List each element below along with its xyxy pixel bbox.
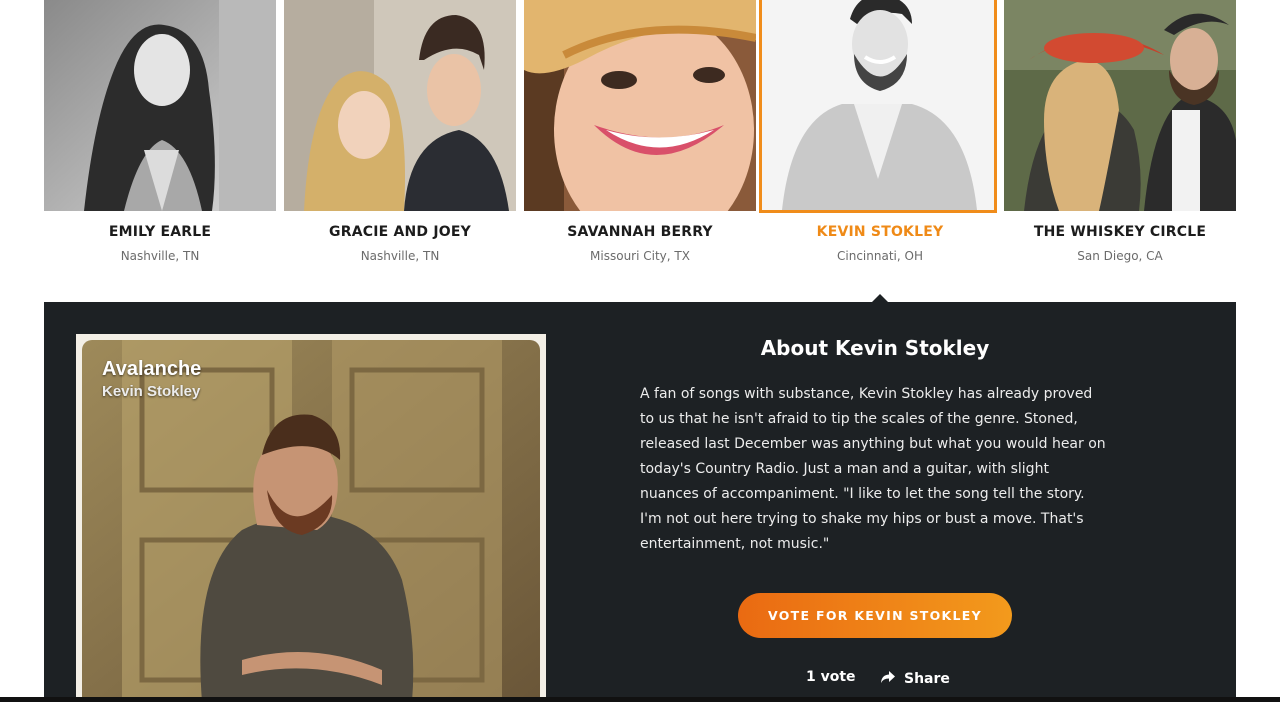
artist-card-savannah-berry[interactable]: SAVANNAH BERRY Missouri City, TX bbox=[524, 0, 756, 290]
artist-photo[interactable] bbox=[284, 0, 516, 211]
artist-location: Missouri City, TX bbox=[590, 249, 690, 263]
artist-grid: EMILY EARLE Nashville, TN GRACIE AND JOE… bbox=[44, 0, 1236, 290]
artist-photo[interactable] bbox=[759, 0, 997, 213]
window-bottom-edge bbox=[0, 697, 1280, 702]
share-arrow-icon bbox=[880, 669, 896, 688]
selection-pointer bbox=[872, 294, 888, 302]
artist-card-the-whiskey-circle[interactable]: THE WHISKEY CIRCLE San Diego, CA bbox=[1004, 0, 1236, 290]
artist-name[interactable]: SAVANNAH BERRY bbox=[524, 224, 756, 240]
artist-card-kevin-stokley[interactable]: KEVIN STOKLEY Cincinnati, OH bbox=[759, 0, 997, 290]
artist-photo[interactable] bbox=[524, 0, 756, 211]
vote-count: 1 vote bbox=[806, 669, 856, 685]
artist-name[interactable]: EMILY EARLE bbox=[44, 224, 276, 240]
artist-location: San Diego, CA bbox=[1077, 249, 1163, 263]
album-title: Avalanche bbox=[102, 358, 202, 380]
artist-card-emily-earle[interactable]: EMILY EARLE Nashville, TN bbox=[44, 0, 276, 290]
artist-location: Cincinnati, OH bbox=[837, 249, 923, 263]
about-heading: About Kevin Stokley bbox=[760, 336, 990, 360]
artist-bio: A fan of songs with substance, Kevin Sto… bbox=[640, 386, 1106, 552]
artist-location: Nashville, TN bbox=[360, 249, 440, 263]
artist-location: Nashville, TN bbox=[120, 249, 200, 263]
album-art-image: Avalanche Kevin Stokley bbox=[82, 340, 540, 702]
artist-name[interactable]: THE WHISKEY CIRCLE bbox=[1004, 224, 1236, 240]
artist-photo[interactable] bbox=[1004, 0, 1236, 211]
artist-detail-panel: Avalanche Kevin Stokley About Kevin Stok… bbox=[44, 302, 1236, 702]
artist-name[interactable]: GRACIE AND JOEY bbox=[284, 224, 516, 240]
vote-button[interactable]: VOTE FOR KEVIN STOKLEY bbox=[738, 593, 1012, 638]
album-artist: Kevin Stokley bbox=[102, 383, 201, 400]
album-cover: Avalanche Kevin Stokley bbox=[76, 334, 546, 702]
artist-card-gracie-and-joey[interactable]: GRACIE AND JOEY Nashville, TN bbox=[284, 0, 516, 290]
share-label: Share bbox=[904, 670, 950, 687]
artist-photo[interactable] bbox=[44, 0, 276, 211]
share-button[interactable]: Share bbox=[880, 669, 950, 688]
artist-name[interactable]: KEVIN STOKLEY bbox=[764, 224, 996, 240]
